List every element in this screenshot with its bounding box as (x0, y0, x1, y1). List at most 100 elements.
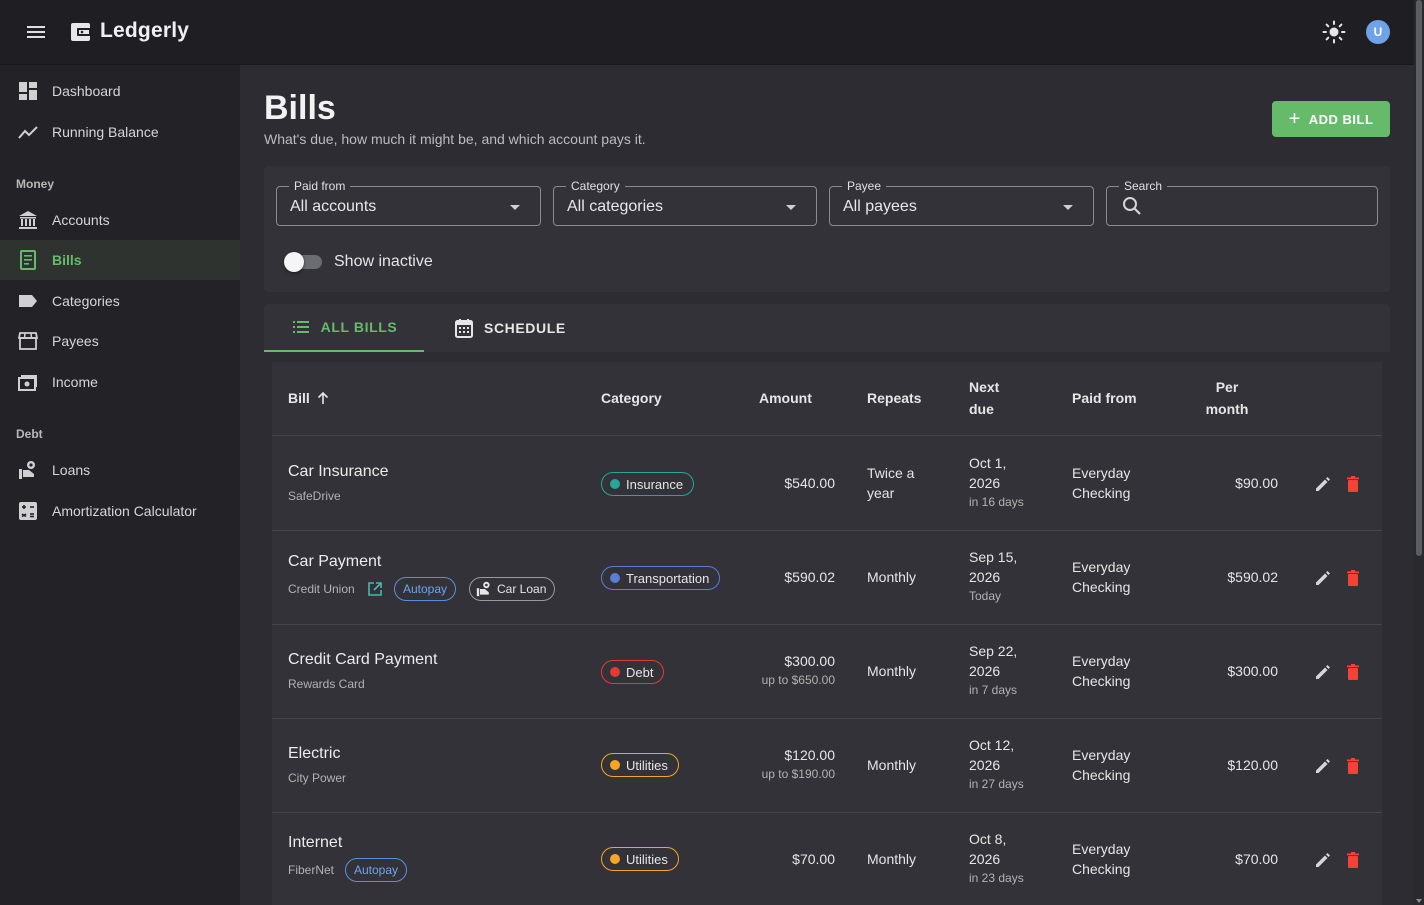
tab-all-bills[interactable]: ALL BILLS (264, 304, 424, 352)
due-date-line: Sep 22, (969, 643, 1018, 659)
sidebar-item-label: Categories (52, 293, 120, 309)
search-input[interactable]: Search (1106, 179, 1378, 226)
scrollbar-thumb[interactable] (1416, 0, 1422, 556)
bill-name[interactable]: Car Insurance (288, 462, 389, 482)
delete-icon[interactable] (1343, 662, 1363, 682)
sidebar-item-accounts[interactable]: Accounts (0, 200, 240, 240)
column-header-per-month[interactable]: Per month (1202, 376, 1252, 420)
due-date-line: 2026 (969, 851, 1001, 867)
category-value: All categories (567, 198, 664, 215)
plus-icon: + (1288, 108, 1301, 130)
paid-from-select[interactable]: Paid from All accounts (276, 179, 541, 226)
delete-icon[interactable] (1343, 850, 1363, 870)
table-row[interactable]: Car Insurance SafeDrive Insurance $540.0… (272, 437, 1382, 531)
column-header-paid-from[interactable]: Paid from (1072, 387, 1137, 409)
open-in-new-icon[interactable] (367, 581, 383, 597)
edit-icon[interactable] (1313, 850, 1333, 870)
bill-per-month: $590.02 (1227, 569, 1278, 585)
column-header-label-line: Next (969, 379, 1000, 395)
bill-amount: $120.00 up to $190.00 (715, 745, 835, 783)
sidebar-section-debt: Debt (16, 427, 43, 441)
app-brand[interactable]: Ledgerly (100, 19, 189, 43)
sidebar-item-label: Dashboard (52, 83, 121, 99)
autopay-badge[interactable]: Autopay (394, 577, 457, 601)
due-date-line: Oct 8, (969, 831, 1007, 847)
bill-next-due: Oct 12, 2026 in 27 days (969, 735, 1024, 793)
user-avatar[interactable]: U (1366, 20, 1390, 44)
search-icon (1123, 197, 1141, 215)
bill-name[interactable]: Internet (288, 833, 342, 853)
bills-tabs: ALL BILLS SCHEDULE (264, 304, 1390, 352)
category-chip: Debt (601, 660, 665, 684)
bill-name[interactable]: Electric (288, 744, 340, 764)
storefront-icon (18, 332, 38, 350)
show-inactive-toggle[interactable] (284, 252, 324, 272)
tab-schedule[interactable]: SCHEDULE (454, 304, 566, 352)
column-header-category[interactable]: Category (601, 387, 662, 409)
calendar-icon (455, 319, 473, 338)
bill-payee: Rewards Card (288, 677, 365, 691)
trend-line-icon (18, 126, 38, 139)
bill-repeats: Monthly (867, 663, 917, 679)
bill-repeats: Twice a year (867, 463, 914, 503)
bill-payee: FiberNet (288, 863, 335, 877)
sidebar-item-payees[interactable]: Payees (0, 321, 240, 361)
payee-select[interactable]: Payee All payees (829, 179, 1094, 226)
category-chip-label: Utilities (626, 757, 668, 773)
sidebar-item-dashboard[interactable]: Dashboard (0, 71, 240, 111)
chevron-down-icon (786, 205, 796, 210)
bill-payee: City Power (288, 771, 347, 785)
bill-name[interactable]: Car Payment (288, 552, 381, 572)
column-header-bill[interactable]: Bill (288, 387, 330, 409)
menu-icon[interactable] (24, 20, 48, 44)
table-row[interactable]: Car Payment Credit Union Autopay Car Loa… (272, 531, 1382, 625)
edit-icon[interactable] (1313, 474, 1333, 494)
delete-icon[interactable] (1343, 568, 1363, 588)
delete-icon[interactable] (1343, 474, 1363, 494)
paid-from-line: Checking (1072, 767, 1131, 783)
sidebar-item-label: Running Balance (52, 124, 159, 140)
column-header-next-due[interactable]: Next due (969, 376, 999, 420)
table-row[interactable]: Internet FiberNet Autopay Utilities $70.… (272, 813, 1382, 905)
category-chip-label: Insurance (626, 476, 684, 492)
loan-link-chip[interactable]: Car Loan (469, 577, 556, 601)
sidebar-item-loans[interactable]: Loans (0, 450, 240, 490)
delete-icon[interactable] (1343, 756, 1363, 776)
due-relative: in 23 days (969, 871, 1024, 885)
table-row[interactable]: Electric City Power Utilities $120.00 up … (272, 719, 1382, 813)
column-header-label-line: due (969, 401, 994, 417)
edit-icon[interactable] (1313, 662, 1333, 682)
table-row[interactable]: Credit Card Payment Rewards Card Debt $3… (272, 625, 1382, 719)
edit-icon[interactable] (1313, 568, 1333, 588)
column-header-repeats[interactable]: Repeats (867, 387, 921, 409)
column-header-label-line: month (1205, 401, 1249, 417)
paid-from-line: Everyday (1072, 559, 1131, 575)
sidebar-item-amortization-calculator[interactable]: Amortization Calculator (0, 491, 240, 531)
autopay-badge[interactable]: Autopay (345, 858, 408, 882)
sidebar-item-income[interactable]: Income (0, 362, 240, 402)
bill-payee: SafeDrive (288, 489, 341, 503)
tab-label: SCHEDULE (484, 320, 566, 336)
hand-coin-icon (476, 581, 490, 597)
light-mode-icon[interactable] (1322, 20, 1346, 44)
column-header-amount[interactable]: Amount (759, 387, 812, 409)
category-select[interactable]: Category All categories (553, 179, 817, 226)
sidebar-item-bills[interactable]: Bills (0, 240, 240, 280)
sidebar-item-running-balance[interactable]: Running Balance (0, 112, 240, 152)
due-date-line: Oct 1, (969, 455, 1007, 471)
sidebar-item-categories[interactable]: Categories (0, 281, 240, 321)
edit-icon[interactable] (1313, 756, 1333, 776)
bill-name[interactable]: Credit Card Payment (288, 650, 437, 670)
bill-repeats: Monthly (867, 569, 917, 585)
sidebar-item-label: Income (52, 374, 98, 390)
amount-up-to: up to $190.00 (761, 767, 835, 781)
cash-icon (18, 375, 37, 391)
paid-from-line: Checking (1072, 579, 1131, 595)
add-bill-button[interactable]: + ADD BILL (1272, 101, 1390, 137)
page-scrollbar[interactable] (1414, 0, 1424, 905)
category-chip-label: Transportation (626, 570, 710, 586)
paid-from-line: Checking (1072, 485, 1131, 501)
scroll-down-arrow[interactable] (1416, 899, 1422, 903)
bill-paid-from: Everyday Checking (1072, 557, 1130, 597)
sidebar-item-label: Loans (52, 462, 91, 478)
